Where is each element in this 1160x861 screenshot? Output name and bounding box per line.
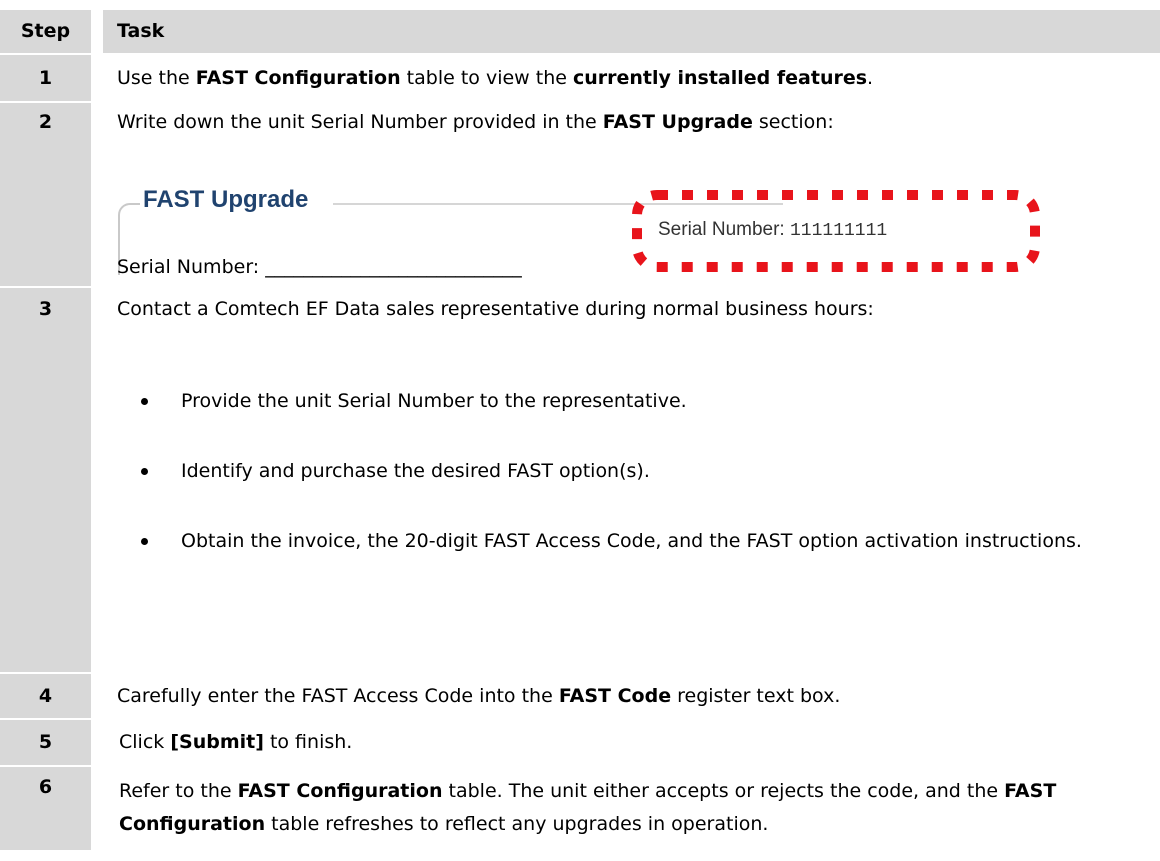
task-text: Write down the unit Serial Number provid…	[117, 111, 834, 133]
task-cell-1: Use the FAST Configuration table to view…	[103, 55, 1160, 101]
step-cell-4: 4	[0, 674, 91, 718]
task-text: Refer to the FAST Configuration table. T…	[119, 780, 1057, 835]
bullet-dot	[141, 398, 148, 405]
bullet-text: Identify and purchase the desired FAST o…	[181, 460, 650, 482]
step-number: 4	[38, 685, 53, 707]
task-cell-4: Carefully enter the FAST Access Code int…	[103, 674, 1160, 718]
task-text: Use the FAST Configuration table to view…	[117, 67, 874, 89]
task-text: Carefully enter the FAST Access Code int…	[117, 685, 841, 707]
step-number: 5	[38, 731, 53, 753]
header-task-cell: Task	[103, 10, 1160, 53]
step-cell-5: 5	[0, 720, 91, 765]
serial-label: Serial Number:	[658, 219, 785, 240]
serial-fill-in: Serial Number: _________________________…	[103, 248, 1160, 286]
fast-upgrade-title: FAST Upgrade	[143, 186, 309, 213]
bullet-text: Provide the unit Serial Number to the re…	[181, 390, 687, 412]
step-number: 6	[38, 776, 53, 798]
task-cell-5: Click [Submit] to finish.	[103, 720, 1160, 765]
task-cell-6: Refer to the FAST Configuration table. T…	[103, 767, 1160, 850]
task-text: Contact a Comtech EF Data sales represen…	[117, 298, 874, 320]
task-text: Click [Submit] to finish.	[119, 731, 353, 753]
step-number: 3	[38, 298, 53, 320]
serial-fill-in-text: Serial Number: _________________________…	[117, 256, 522, 278]
serial-value: 111111111	[790, 221, 888, 241]
bullet-text: Obtain the invoice, the 20-digit FAST Ac…	[181, 530, 1082, 552]
step-cell-1: 1	[0, 55, 91, 101]
header-step-cell: Step	[0, 10, 91, 53]
serial-number-readout: Serial Number: 111111111	[658, 219, 887, 241]
bullet-dot	[141, 538, 148, 545]
step-cell-6: 6	[0, 767, 91, 850]
bullet-dot	[141, 468, 148, 475]
step-number: 1	[38, 67, 53, 89]
step-number: 2	[38, 111, 53, 133]
step-cell-3: 3	[0, 288, 91, 672]
header-task-label: Task	[117, 20, 165, 42]
step-cell-2: 2	[0, 103, 91, 286]
task-cell-3: Contact a Comtech EF Data sales represen…	[103, 288, 1160, 672]
header-step-label: Step	[20, 20, 71, 42]
